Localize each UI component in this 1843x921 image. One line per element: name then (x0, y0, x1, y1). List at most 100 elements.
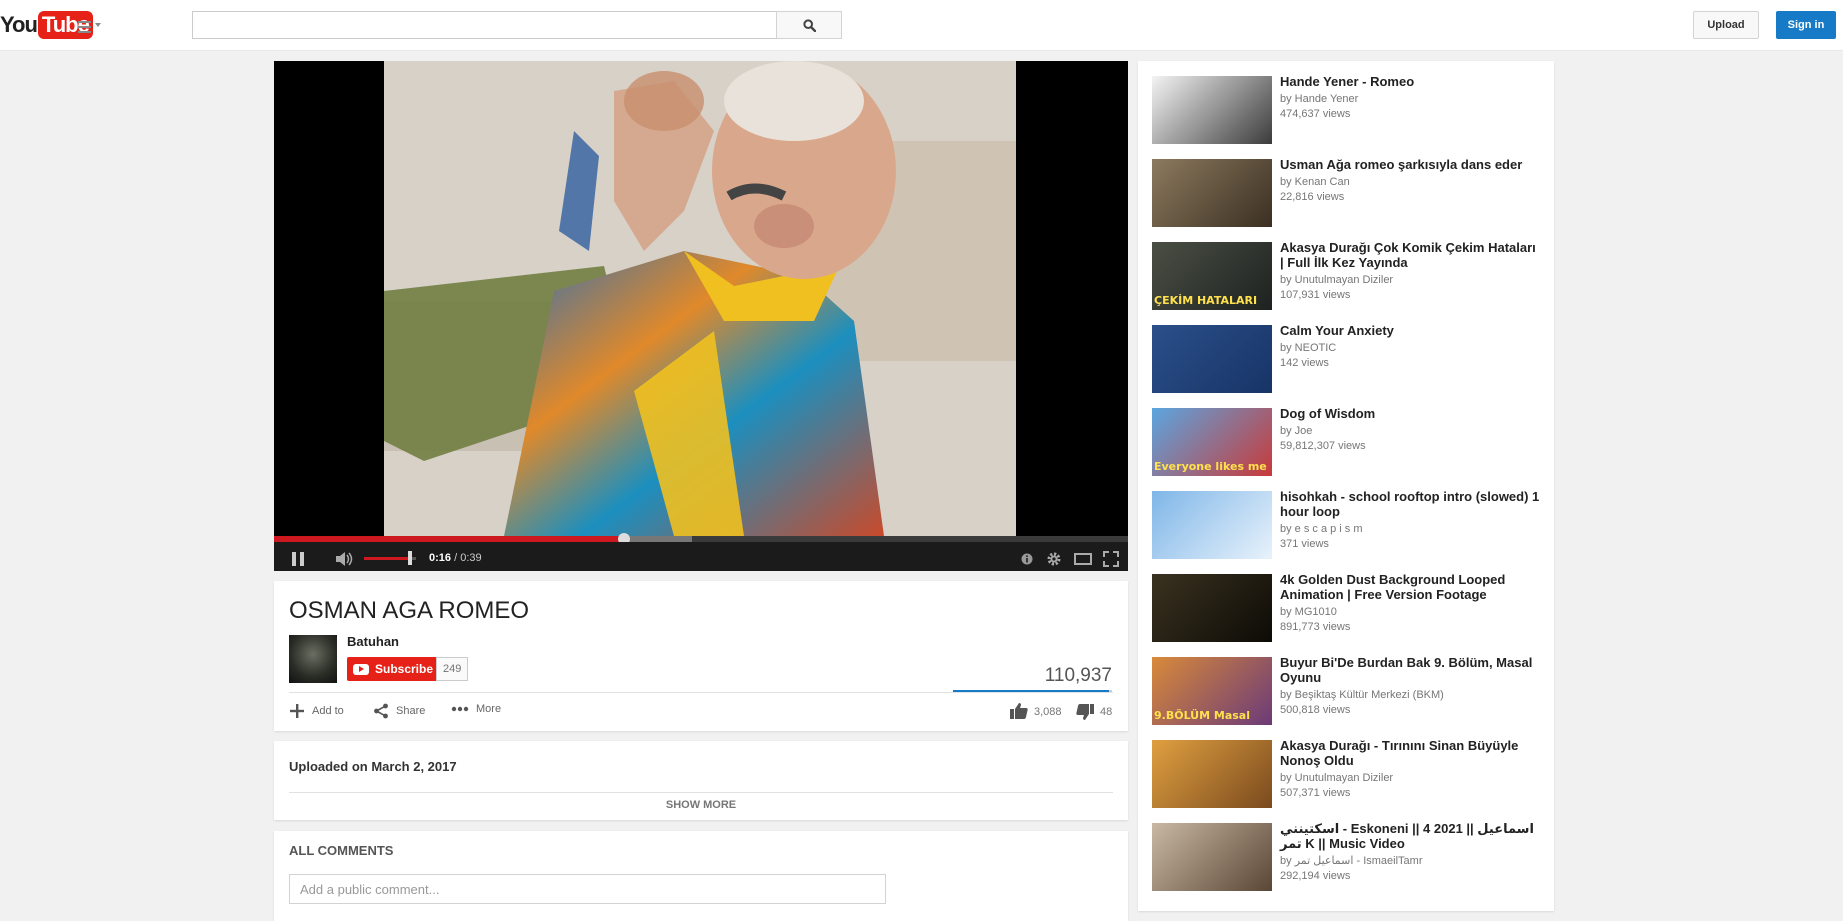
sign-in-button[interactable]: Sign in (1776, 11, 1836, 39)
recommended-video-views: 500,818 views (1280, 704, 1351, 716)
recommended-video-channel: by MG1010 (1280, 606, 1337, 618)
divider (289, 692, 1113, 693)
recommendations-sidebar: Hande Yener - Romeo by Hande Yener 474,637… (1138, 61, 1554, 911)
share-icon (373, 703, 389, 719)
dislike-button[interactable] (1076, 704, 1101, 721)
recommended-video-views: 292,194 views (1280, 870, 1351, 882)
volume-handle[interactable] (408, 551, 413, 565)
recommended-video-title[interactable]: 4k Golden Dust Background Looped Animati… (1280, 572, 1542, 602)
recommended-video-title[interactable]: اسكتينني - Eskoneni || 4 2021 || اسماعيل… (1280, 821, 1542, 851)
more-button[interactable]: More (451, 703, 501, 715)
recommended-video-views: 507,371 views (1280, 787, 1351, 799)
thumbnail-caption: Everyone likes me (1154, 460, 1267, 473)
hamburger-icon (78, 18, 91, 33)
mute-button[interactable] (334, 550, 354, 568)
video-thumbnail[interactable]: ÇEKİM HATALARI (1152, 242, 1272, 310)
recommended-video[interactable]: 9.BÖLÜM Masal Buyur Bi'De Burdan Bak 9. B… (1152, 655, 1542, 727)
recommended-video-views: 371 views (1280, 538, 1329, 550)
search-icon (802, 18, 816, 32)
video-thumbnail[interactable] (1152, 491, 1272, 559)
recommended-video-title[interactable]: Akasya Durağı - Tırınını Sinan Büyüyle N… (1280, 738, 1542, 768)
show-more-button[interactable]: SHOW MORE (274, 799, 1128, 811)
share-button[interactable]: Share (373, 703, 425, 719)
upload-button[interactable]: Upload (1693, 11, 1759, 39)
recommended-video-title[interactable]: Usman Ağa romeo şarkısıyla dans eder (1280, 157, 1542, 172)
video-player[interactable]: 0:16 / 0:39 (274, 61, 1128, 571)
settings-button[interactable] (1046, 550, 1062, 568)
plus-icon (289, 703, 305, 719)
video-thumbnail[interactable] (1152, 159, 1272, 227)
recommended-video-title[interactable]: Calm Your Anxiety (1280, 323, 1542, 338)
recommended-video-views: 107,931 views (1280, 289, 1351, 301)
recommended-video-views: 59,812,307 views (1280, 440, 1366, 452)
recommended-video-channel: by Unutulmayan Diziler (1280, 772, 1394, 784)
youtube-play-icon (353, 663, 369, 675)
recommended-video-title[interactable]: Hande Yener - Romeo (1280, 74, 1542, 89)
subscriber-count: 249 (436, 657, 469, 681)
recommended-video-title[interactable]: Buyur Bi'De Burdan Bak 9. Bölüm, Masal O… (1280, 655, 1542, 685)
info-icon (1021, 553, 1033, 565)
thumbnail-caption: 9.BÖLÜM Masal (1154, 709, 1251, 722)
video-info-card: OSMAN AGA ROMEO Batuhan Subscribe 249 11… (274, 581, 1128, 731)
recommended-video-views: 891,773 views (1280, 621, 1351, 633)
dislike-count: 48 (1100, 706, 1113, 718)
channel-name-link[interactable]: Batuhan (347, 634, 399, 649)
recommended-video-channel: by Joe (1280, 425, 1313, 437)
pause-icon (292, 552, 304, 566)
recommended-video[interactable]: Usman Ağa romeo şarkısıyla dans eder by K… (1152, 157, 1542, 229)
recommended-video-channel: by اسماعيل تمر - IsmaeilTamr (1280, 855, 1423, 867)
subscribe-button[interactable]: Subscribe (347, 657, 440, 681)
recommended-video-channel: by Beşiktaş Kültür Merkezi (BKM) (1280, 689, 1444, 701)
recommended-video[interactable]: Calm Your Anxiety by NEOTIC 142 views (1152, 323, 1542, 395)
current-time: 0:16 (429, 552, 452, 564)
video-thumbnail[interactable] (1152, 574, 1272, 642)
video-thumbnail[interactable]: 9.BÖLÜM Masal (1152, 657, 1272, 725)
upload-date: Uploaded on March 2, 2017 (289, 759, 457, 774)
channel-avatar[interactable] (289, 635, 337, 683)
recommended-video-title[interactable]: hisohkah - school rooftop intro (slowed)… (1280, 489, 1542, 519)
volume-icon (336, 552, 353, 566)
pause-button[interactable] (290, 550, 306, 568)
add-to-button[interactable]: Add to (289, 703, 344, 719)
recommended-video-channel: by e s c a p i s m (1280, 523, 1363, 535)
time-display: 0:16 / 0:39 (429, 552, 482, 564)
comments-card: ALL COMMENTS Add a public comment... (274, 831, 1128, 921)
recommended-video-views: 22,816 views (1280, 191, 1345, 203)
more-label: More (476, 703, 502, 715)
video-thumbnail[interactable] (1152, 325, 1272, 393)
like-count: 3,088 (1034, 706, 1062, 718)
recommended-video[interactable]: Akasya Durağı - Tırınını Sinan Büyüyle N… (1152, 738, 1542, 810)
search-button[interactable] (776, 11, 842, 39)
recommended-video[interactable]: اسكتينني - Eskoneni || 4 2021 || اسماعيل… (1152, 821, 1542, 893)
view-count: 110,937 (1044, 665, 1112, 686)
recommended-video-channel: by Kenan Can (1280, 176, 1350, 188)
recommended-video-title[interactable]: Dog of Wisdom (1280, 406, 1542, 421)
recommended-video[interactable]: Everyone likes me Dog of Wisdom by Joe 59,8… (1152, 406, 1542, 478)
recommended-video[interactable]: ÇEKİM HATALARI Akasya Durağı Çok Komik Çe… (1152, 240, 1542, 312)
gear-icon (1047, 552, 1061, 566)
recommended-video-channel: by Unutulmayan Diziler (1280, 274, 1394, 286)
guide-menu-button[interactable] (78, 16, 104, 34)
share-label: Share (396, 705, 426, 717)
recommended-video-views: 474,637 views (1280, 108, 1351, 120)
fullscreen-icon (1103, 551, 1119, 567)
video-thumbnail[interactable]: Everyone likes me (1152, 408, 1272, 476)
video-thumbnail[interactable] (1152, 76, 1272, 144)
video-thumbnail[interactable] (1152, 823, 1272, 891)
video-thumbnail[interactable] (1152, 740, 1272, 808)
thumbs-up-icon (1010, 702, 1028, 719)
like-button[interactable] (1010, 702, 1035, 719)
theater-mode-button[interactable] (1074, 550, 1092, 568)
annotations-button[interactable] (1020, 550, 1034, 568)
thumbnail-caption: ÇEKİM HATALARI (1154, 294, 1258, 307)
recommended-video[interactable]: Hande Yener - Romeo by Hande Yener 474,637… (1152, 74, 1542, 146)
search-input[interactable] (192, 11, 776, 39)
comment-input[interactable]: Add a public comment... (289, 874, 886, 904)
recommended-video[interactable]: 4k Golden Dust Background Looped Animati… (1152, 572, 1542, 644)
recommended-video-title[interactable]: Akasya Durağı Çok Komik Çekim Hataları |… (1280, 240, 1542, 270)
recommended-video[interactable]: hisohkah - school rooftop intro (slowed)… (1152, 489, 1542, 561)
recommended-video-channel: by NEOTIC (1280, 342, 1337, 354)
video-frame[interactable] (384, 61, 1016, 536)
fullscreen-button[interactable] (1102, 550, 1120, 568)
video-title: OSMAN AGA ROMEO (289, 597, 530, 624)
